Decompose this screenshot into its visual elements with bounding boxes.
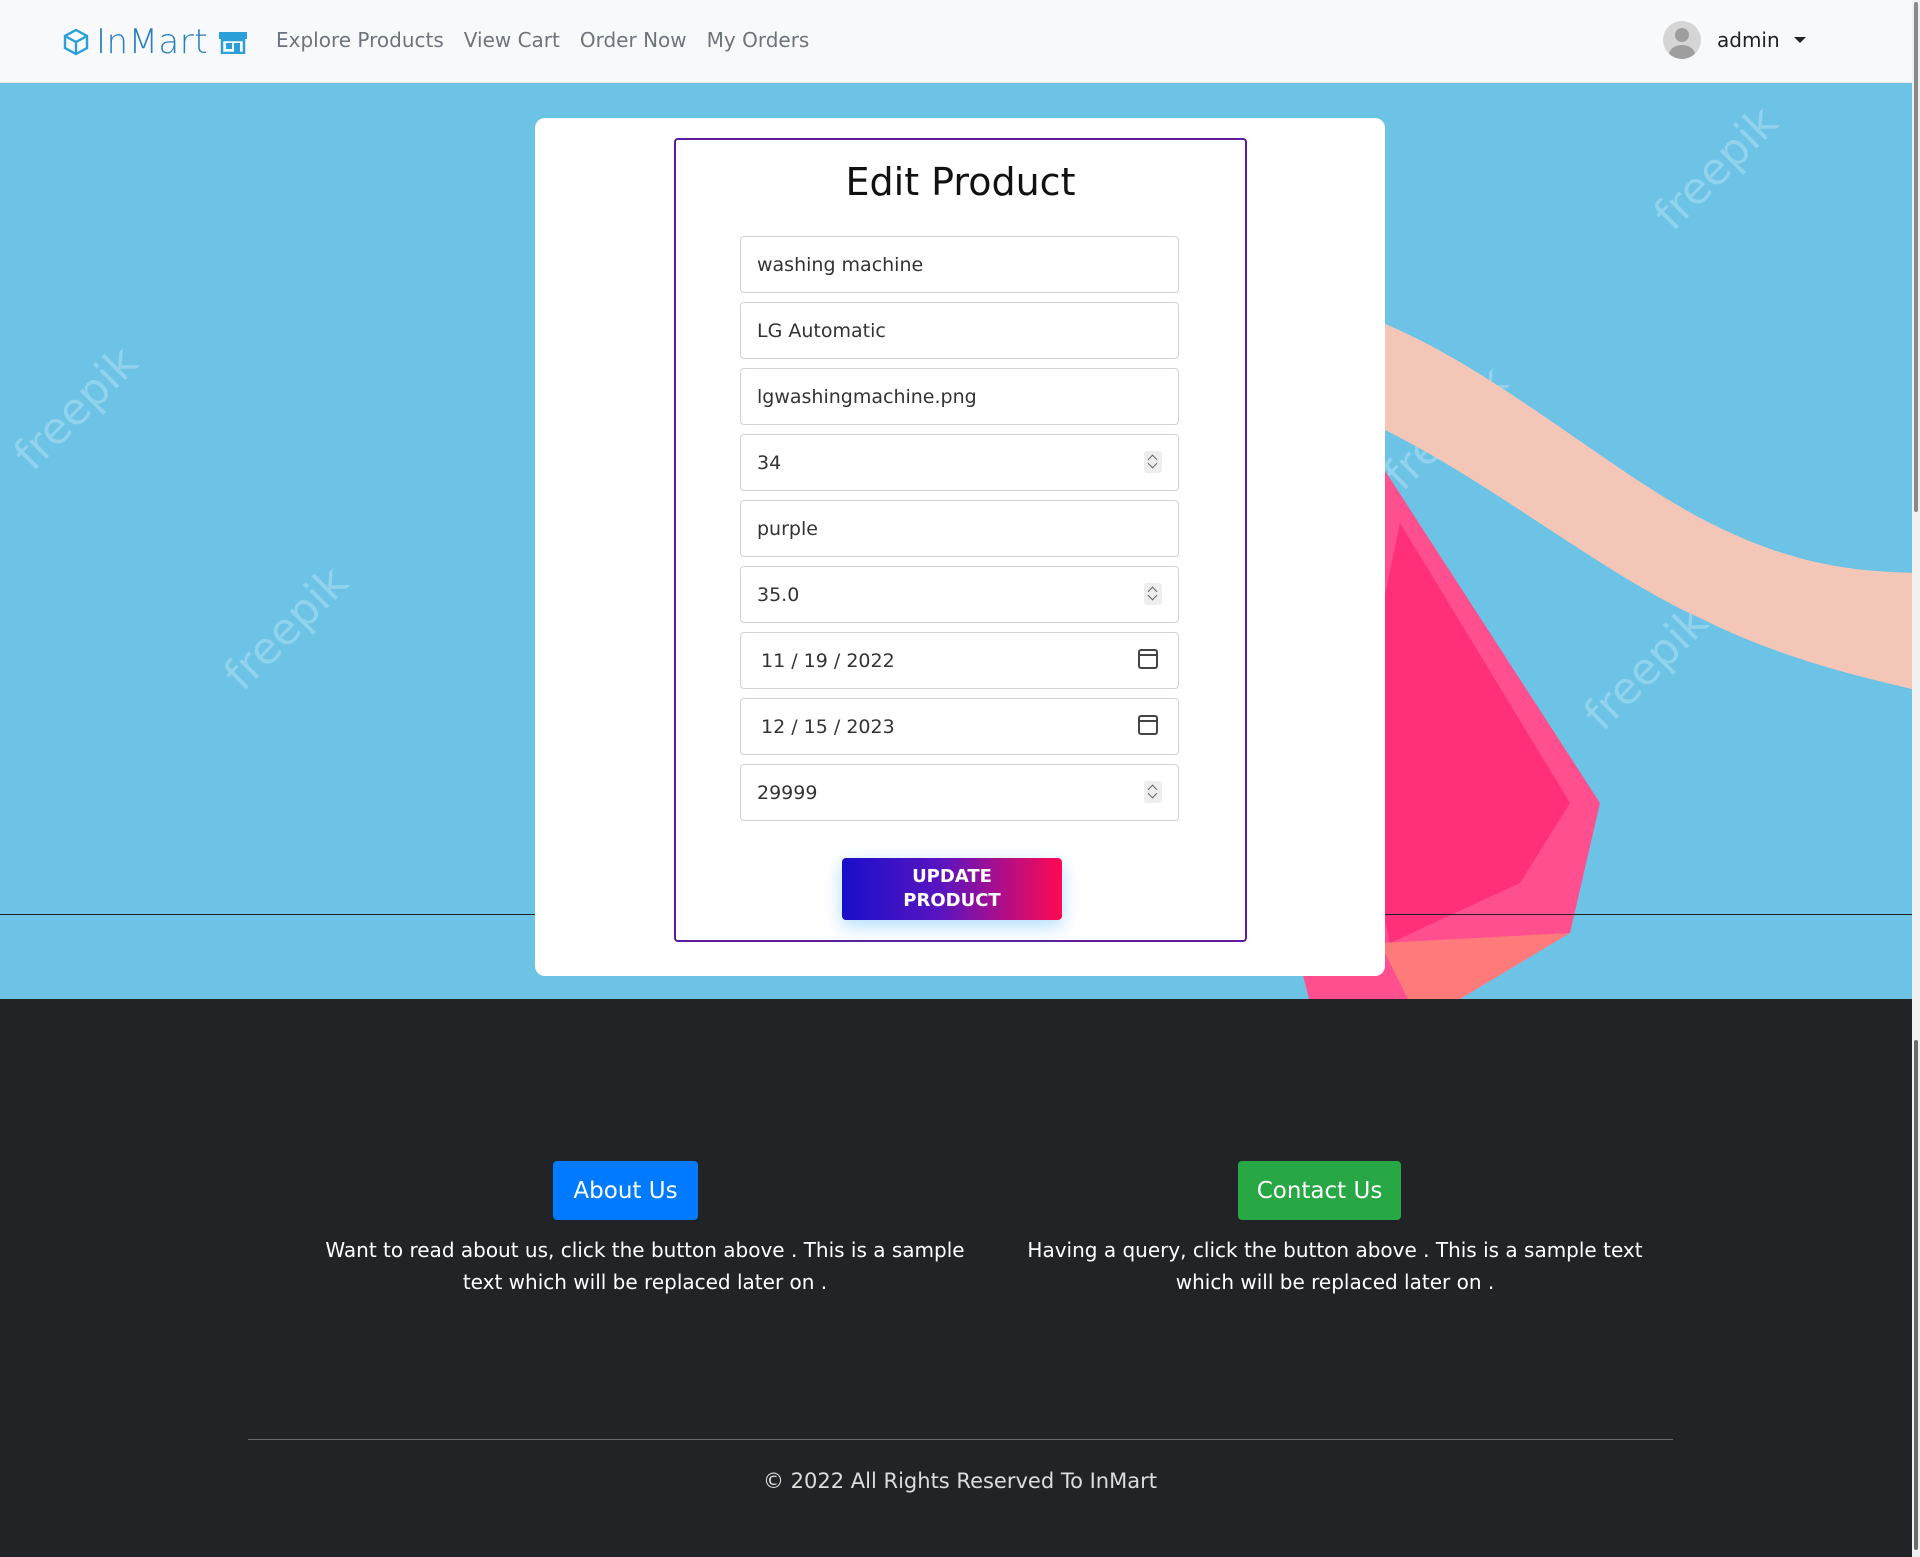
price-value: 29999 — [757, 781, 818, 804]
scrollbar-thumb[interactable] — [1914, 2, 1918, 512]
hero-section: freepik freepik freepik freepik freepik … — [0, 83, 1920, 999]
scrollbar-thumb-footer[interactable] — [1914, 1040, 1918, 1550]
product-quantity-input[interactable]: 34 — [740, 434, 1179, 491]
product-image-input[interactable]: lgwashingmachine.png — [740, 368, 1179, 425]
calendar-icon[interactable] — [1138, 715, 1158, 735]
cube-logo-icon — [63, 28, 89, 56]
quantity-value: 34 — [757, 451, 782, 474]
spinner-icon[interactable] — [1144, 451, 1162, 473]
user-name: admin — [1717, 28, 1780, 52]
contact-us-button[interactable]: Contact Us — [1238, 1161, 1401, 1220]
avatar-icon — [1663, 21, 1701, 59]
discount-value: 35.0 — [757, 583, 800, 606]
footer: About Us Want to read about us, click th… — [0, 999, 1920, 1557]
copyright-text: © 2022 All Rights Reserved To InMart — [763, 1469, 1157, 1493]
product-price-input[interactable]: 29999 — [740, 764, 1179, 821]
about-us-text: Want to read about us, click the button … — [325, 1238, 965, 1294]
manufacture-date-input[interactable]: 11 / 19 / 2022 — [740, 632, 1179, 689]
footer-divider — [248, 1439, 1673, 1440]
navbar: InMart Explore Products View Cart Order … — [0, 0, 1920, 83]
manufacture-date-value: 11 / 19 / 2022 — [761, 649, 895, 672]
product-color-input[interactable]: purple — [740, 500, 1179, 557]
caret-down-icon — [1793, 37, 1806, 43]
watermark: freepik — [4, 336, 149, 481]
expiry-date-value: 12 / 15 / 2023 — [761, 715, 895, 738]
scrollbar[interactable] — [1912, 0, 1920, 1557]
brand-name: InMart — [96, 22, 209, 62]
watermark: freepik — [214, 556, 359, 701]
calendar-icon[interactable] — [1138, 649, 1158, 669]
product-description-input[interactable]: LG Automatic — [740, 302, 1179, 359]
store-icon — [219, 32, 248, 54]
product-name-input[interactable]: washing machine — [740, 236, 1179, 293]
nav-my-orders[interactable]: My Orders — [707, 28, 810, 52]
contact-us-text: Having a query, click the button above .… — [1027, 1238, 1643, 1294]
update-button-line1: UPDATE — [912, 866, 992, 887]
about-us-button[interactable]: About Us — [553, 1161, 698, 1220]
nav-explore-products[interactable]: Explore Products — [276, 28, 444, 52]
nav-view-cart[interactable]: View Cart — [464, 28, 560, 52]
nav-links: Explore Products View Cart Order Now My … — [276, 28, 809, 52]
product-discount-input[interactable]: 35.0 — [740, 566, 1179, 623]
watermark: freepik — [1644, 96, 1789, 241]
form-title: Edit Product — [845, 160, 1076, 204]
user-menu[interactable]: admin — [1663, 21, 1806, 59]
spinner-icon[interactable] — [1144, 583, 1162, 605]
expiry-date-input[interactable]: 12 / 15 / 2023 — [740, 698, 1179, 755]
spinner-icon[interactable] — [1144, 781, 1162, 803]
brand-logo[interactable]: InMart — [62, 20, 248, 64]
edit-product-form: Edit Product washing machine LG Automati… — [674, 138, 1247, 942]
nav-order-now[interactable]: Order Now — [580, 28, 687, 52]
update-button-line2: PRODUCT — [903, 890, 1001, 911]
update-product-button[interactable]: UPDATE PRODUCT — [842, 858, 1062, 920]
